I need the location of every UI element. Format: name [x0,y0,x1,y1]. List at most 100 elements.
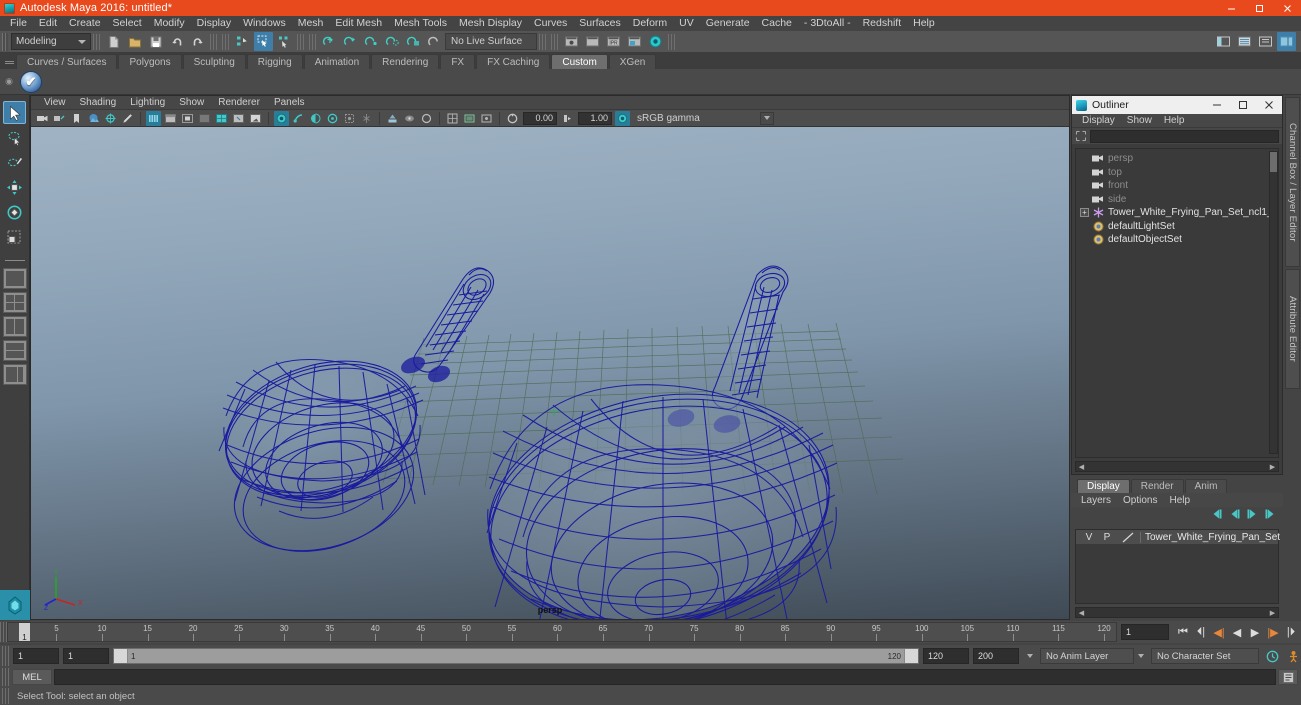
menu-windows[interactable]: Windows [237,16,292,31]
attribute-editor-toggle-icon[interactable] [1235,32,1254,51]
redo-icon[interactable] [188,32,207,51]
menu-redshift[interactable]: Redshift [857,16,908,31]
step-back-keyframe-button[interactable]: ⏴| [1193,624,1209,640]
menu-modify[interactable]: Modify [148,16,191,31]
viewport-menu-lighting[interactable]: Lighting [123,96,172,109]
go-to-start-button[interactable]: ⏮ [1175,624,1191,640]
help-line-grip[interactable] [2,688,9,704]
exposure-reset-icon[interactable] [419,111,434,126]
time-slider-ruler[interactable]: 1 5 10 15 20 25 30 35 40 45 50 55 60 65 70 75 80 85 90 95 1… [7,622,1117,642]
scroll-left-icon[interactable]: ◀ [1076,608,1087,617]
outliner-vertical-scrollbar[interactable] [1269,151,1278,454]
ipr-render-icon[interactable] [583,32,602,51]
current-frame-field[interactable]: 1 [1121,624,1169,640]
side-tab-channel-box[interactable]: Channel Box / Layer Editor [1285,97,1300,267]
layer-menu-help[interactable]: Help [1163,494,1196,507]
range-slider-grip[interactable] [2,646,9,666]
layer-playback-toggle[interactable]: P [1098,532,1116,543]
maximize-button[interactable] [1245,0,1273,16]
open-scene-icon[interactable] [125,32,144,51]
anim-end-field[interactable]: 200 [973,648,1019,664]
scroll-right-icon[interactable]: ▶ [1267,608,1278,617]
layer-row[interactable]: V P Tower_White_Frying_Pan_Set [1076,530,1280,544]
render-settings-icon[interactable] [625,32,644,51]
shelf-tab-curves-surfaces[interactable]: Curves / Surfaces [16,54,118,69]
shelf-tab-fx[interactable]: FX [440,54,476,69]
channel-box-toggle-icon[interactable] [1277,32,1296,51]
screen-space-ao-icon[interactable] [274,110,289,126]
menu-cache[interactable]: Cache [756,16,798,31]
outliner-search-input[interactable] [1090,129,1279,143]
menu-uv[interactable]: UV [673,16,700,31]
two-d-pan-zoom-icon[interactable] [103,111,118,126]
layer-menu-layers[interactable]: Layers [1075,494,1117,507]
shadows-icon[interactable] [248,111,263,126]
ipr-icon[interactable]: IPR [604,32,623,51]
minimize-button[interactable] [1217,0,1245,16]
paint-select-tool[interactable] [3,151,26,174]
exposure-field[interactable]: 0.00 [523,111,557,125]
outliner-minimize-button[interactable] [1204,96,1230,114]
filter-icon[interactable] [1075,130,1087,142]
rotate-tool[interactable] [3,201,26,224]
menu-file[interactable]: File [4,16,33,31]
status-line-grip[interactable] [2,32,8,51]
close-button[interactable] [1273,0,1301,16]
shelf-tab-rendering[interactable]: Rendering [371,54,440,69]
layer-prev-icon[interactable] [1228,508,1241,520]
scroll-right-icon[interactable]: ▶ [1267,462,1278,471]
menu-generate[interactable]: Generate [700,16,756,31]
menu-select[interactable]: Select [107,16,148,31]
menu-3dtoall[interactable]: - 3DtoAll - [798,16,857,31]
viewport-3d-canvas[interactable]: Y X Z persp [31,127,1069,619]
undo-icon[interactable] [167,32,186,51]
viewport-menu-shading[interactable]: Shading [73,96,124,109]
menu-display[interactable]: Display [191,16,237,31]
viewport-resolution-gate-icon[interactable] [479,111,494,126]
viewport-menu-view[interactable]: View [37,96,73,109]
persp-graph-layout[interactable] [2,364,27,385]
gamma-field[interactable]: 1.00 [578,111,612,125]
use-default-material-icon[interactable] [197,111,212,126]
move-tool[interactable] [3,176,26,199]
viewport-menu-renderer[interactable]: Renderer [211,96,267,109]
range-slider-right-handle[interactable] [904,649,918,663]
outliner-item[interactable]: persp [1076,152,1278,166]
lasso-select-tool[interactable] [3,126,26,149]
step-forward-frame-button[interactable]: |▶ [1265,624,1281,640]
command-language-button[interactable]: MEL [12,669,52,685]
menu-mesh-display[interactable]: Mesh Display [453,16,528,31]
outliner-item[interactable]: front [1076,179,1278,193]
viewport-grid-toggle-icon[interactable] [445,111,460,126]
persp-outliner-layout[interactable] [2,340,27,361]
viewport-menu-show[interactable]: Show [172,96,211,109]
shelf-grip[interactable] [2,55,16,69]
outliner-maximize-button[interactable] [1230,96,1256,114]
shelf-tab-animation[interactable]: Animation [303,54,371,69]
gamma-icon[interactable] [560,111,575,126]
expand-toggle-icon[interactable]: + [1080,208,1089,218]
four-view-layout[interactable] [2,292,27,313]
select-tool[interactable] [3,101,26,124]
shelf-tab-sculpting[interactable]: Sculpting [182,54,246,69]
step-forward-keyframe-button[interactable]: |⏵ [1283,624,1299,640]
motion-blur-icon[interactable] [291,111,306,126]
smooth-shade-all-icon[interactable] [163,111,178,126]
outliner-item[interactable]: + Tower_White_Frying_Pan_Set_ncl1_1 [1076,206,1278,220]
menu-help[interactable]: Help [907,16,941,31]
snap-to-curve-icon[interactable] [341,32,360,51]
layer-visibility-toggle[interactable]: V [1080,532,1098,543]
color-management-dropdown[interactable] [759,111,774,125]
layer-tab-anim[interactable]: Anim [1184,479,1228,493]
scale-tool[interactable] [3,226,26,249]
outliner-tree[interactable]: persp top front side + Tower_White_Frying_Pan… [1075,148,1279,458]
tool-settings-toggle-icon[interactable] [1256,32,1275,51]
range-end-field[interactable]: 120 [923,648,969,664]
play-backwards-button[interactable]: ◀ [1229,624,1245,640]
outliner-item[interactable]: top [1076,166,1278,180]
play-forwards-button[interactable]: ▶ [1247,624,1263,640]
shelf-tab-custom[interactable]: Custom [551,54,608,69]
layer-menu-options[interactable]: Options [1117,494,1163,507]
color-management-toggle-icon[interactable] [615,110,630,126]
viewport-film-gate-icon[interactable] [462,111,477,126]
